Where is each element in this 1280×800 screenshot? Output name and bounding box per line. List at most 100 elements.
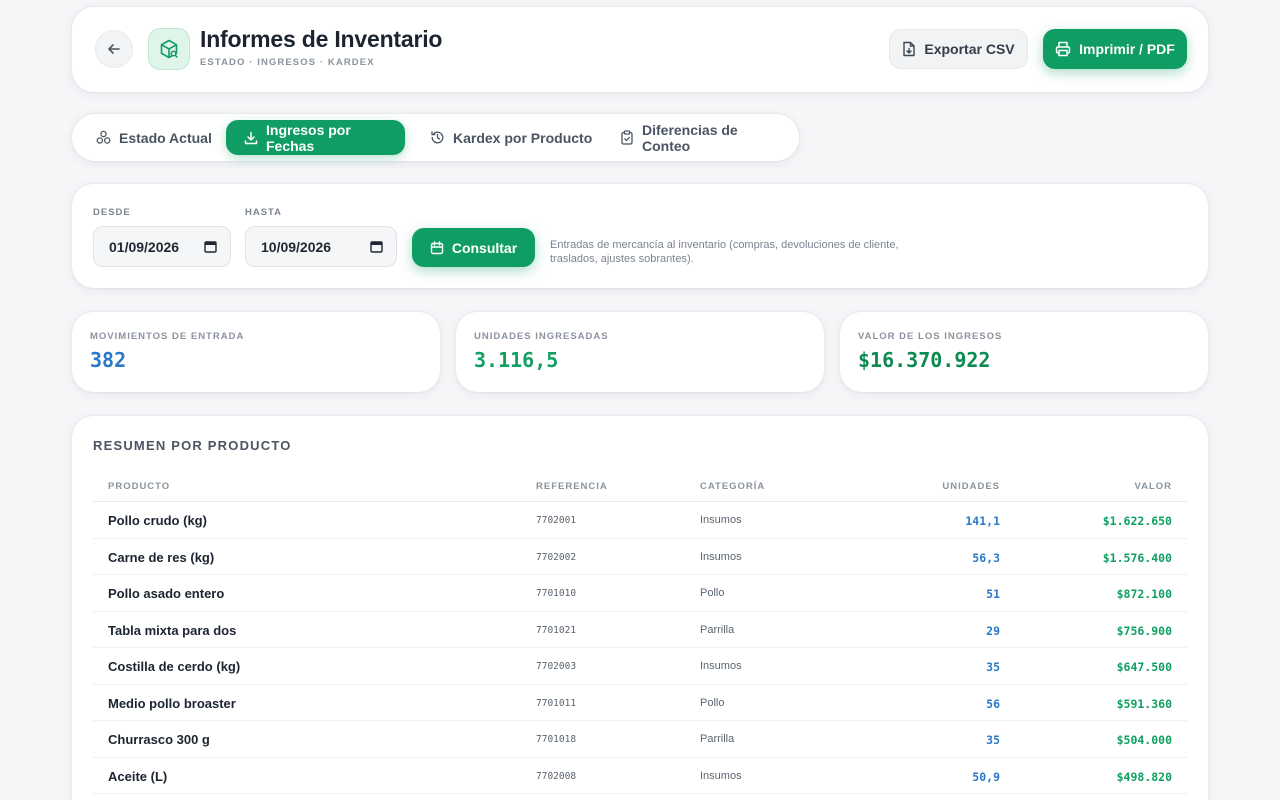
export-csv-button[interactable]: Exportar CSV	[889, 29, 1028, 69]
product-name: Medio pollo broaster	[108, 695, 236, 711]
consultar-label: Consultar	[451, 239, 518, 256]
kpi-card-unidades: UNIDADES INGRESADAS 3.116,5	[456, 312, 824, 392]
product-value: $504.000	[1116, 733, 1172, 747]
table-row[interactable]: Costilla de cerdo (kg) 7702003 Insumos 35 $6…	[93, 648, 1187, 685]
kpi-card-valor: VALOR DE LOS INGRESOS $16.370.922	[840, 312, 1208, 392]
boxes-icon	[96, 130, 111, 145]
print-pdf-button[interactable]: Imprimir / PDF	[1043, 29, 1187, 69]
product-name: Pollo asado entero	[108, 586, 225, 601]
product-value: $1.576.400	[1102, 550, 1172, 565]
to-label: HASTA	[245, 207, 283, 218]
history-icon	[430, 130, 445, 145]
product-category: Insumos	[700, 514, 742, 526]
kpi-label: VALOR DE LOS INGRESOS	[858, 331, 1003, 342]
section-title: RESUMEN POR PRODUCTO	[93, 438, 292, 453]
product-reference: 7701010	[536, 588, 577, 599]
product-units: 29	[986, 623, 1000, 638]
calendar-icon[interactable]	[204, 240, 217, 253]
product-value: $872.100	[1116, 587, 1172, 601]
app-logo	[148, 28, 190, 70]
product-name: Churrasco 300 g	[108, 732, 210, 747]
table-row[interactable]: Aceite (L) 7702008 Insumos 50,9 $498.820	[93, 758, 1187, 794]
product-category: Parrilla	[700, 733, 735, 745]
to-date-value: 10/09/2026	[261, 238, 332, 255]
table-row[interactable]: Carne de res (kg) 7702002 Insumos 56,3 $1.57…	[93, 539, 1187, 575]
column-header-referencia[interactable]: REFERENCIA	[536, 481, 608, 492]
product-category: Insumos	[700, 550, 742, 563]
column-header-producto[interactable]: PRODUCTO	[108, 481, 170, 492]
table-header: PRODUCTO REFERENCIA CATEGORÍA UNIDADES V…	[93, 474, 1187, 502]
product-category: Insumos	[700, 660, 742, 672]
product-units: 35	[986, 733, 1000, 747]
tab-kardex-por-producto[interactable]: Kardex por Producto	[412, 120, 610, 155]
from-label: DESDE	[93, 207, 131, 218]
from-date-value: 01/09/2026	[109, 238, 180, 255]
product-value: $1.622.650	[1102, 514, 1172, 528]
kpi-value: 3.116,5	[474, 348, 559, 372]
tab-diferencias-de-conteo[interactable]: Diferencias de Conteo	[602, 120, 799, 155]
product-reference: 7702008	[536, 770, 577, 782]
column-header-unidades[interactable]: UNIDADES	[942, 481, 1000, 492]
kpi-card-movimientos: MOVIMIENTOS DE ENTRADA 382	[72, 312, 440, 392]
product-name: Costilla de cerdo (kg)	[108, 659, 241, 674]
product-name: Aceite (L)	[108, 768, 168, 784]
calendar-icon[interactable]	[370, 240, 383, 253]
product-units: 56	[986, 696, 1000, 711]
kpi-value: 382	[90, 348, 127, 372]
table-row[interactable]: Pollo crudo (kg) 7702001 Insumos 141,1 $1.62…	[93, 502, 1187, 539]
table-row[interactable]: Pollo asado entero 7701010 Pollo 51 $872.100	[93, 575, 1187, 612]
product-summary-card: RESUMEN POR PRODUCTO PRODUCTO REFERENCIA…	[72, 416, 1208, 800]
header-bar: Informes de Inventario ESTADO · INGRESOS…	[72, 7, 1208, 92]
product-value: $591.360	[1116, 696, 1172, 711]
tab-label: Kardex por Producto	[453, 129, 593, 146]
product-category: Insumos	[700, 769, 742, 782]
column-header-valor[interactable]: VALOR	[1134, 481, 1172, 492]
consultar-button[interactable]: Consultar	[412, 228, 535, 267]
date-filter-panel: DESDE 01/09/2026 HASTA 10/09/2026 Consul…	[72, 184, 1208, 288]
calendar-icon	[430, 240, 444, 255]
to-date-input[interactable]: 10/09/2026	[245, 226, 397, 267]
product-reference: 7702001	[536, 515, 577, 526]
table-row[interactable]: Churrasco 300 g 7701018 Parrilla 35 $504.000	[93, 721, 1187, 758]
table-row[interactable]: Medio pollo broaster 7701011 Pollo 56 $591.3…	[93, 685, 1187, 721]
kpi-label: MOVIMIENTOS DE ENTRADA	[90, 331, 245, 342]
kpi-label: UNIDADES INGRESADAS	[474, 331, 609, 342]
tab-ingresos-por-fechas[interactable]: Ingresos por Fechas	[226, 120, 405, 155]
product-units: 141,1	[965, 514, 1000, 528]
product-name: Carne de res (kg)	[108, 549, 215, 565]
kpi-value: $16.370.922	[858, 348, 991, 372]
tab-estado-actual[interactable]: Estado Actual	[78, 120, 230, 155]
table-row[interactable]: Tabla mixta para dos 7701021 Parrilla 29 $75…	[93, 612, 1187, 648]
page-title: Informes de Inventario	[200, 26, 443, 52]
product-reference: 7702003	[536, 661, 577, 672]
download-icon	[244, 131, 258, 145]
printer-icon	[1055, 41, 1071, 57]
product-value: $756.900	[1116, 623, 1172, 638]
page-subtitle: ESTADO · INGRESOS · KARDEX	[200, 57, 375, 68]
product-name: Pollo crudo (kg)	[108, 513, 207, 528]
file-download-icon	[902, 41, 916, 57]
package-search-icon	[158, 38, 180, 60]
report-tabs: Estado Actual Ingresos por Fechas Kardex…	[72, 114, 799, 161]
from-date-input[interactable]: 01/09/2026	[93, 226, 231, 267]
product-reference: 7701011	[536, 697, 577, 709]
product-category: Pollo	[700, 696, 725, 709]
product-value: $498.820	[1116, 769, 1172, 784]
clipboard-icon	[620, 130, 634, 145]
product-category: Parrilla	[700, 623, 735, 636]
tab-label: Ingresos por Fechas	[266, 121, 351, 154]
product-name: Tabla mixta para dos	[108, 622, 237, 638]
product-units: 51	[986, 587, 1000, 601]
filter-description: Entradas de mercancía al inventario (com…	[550, 239, 899, 265]
product-value: $647.500	[1116, 660, 1172, 674]
product-reference: 7701018	[536, 734, 577, 745]
back-button[interactable]	[95, 30, 133, 68]
product-units: 56,3	[972, 550, 1000, 565]
product-category: Pollo	[700, 587, 725, 599]
tab-label: Estado Actual	[119, 129, 212, 146]
product-units: 50,9	[972, 769, 1000, 784]
product-reference: 7701021	[536, 624, 577, 636]
tab-label: Diferencias de Conteo	[642, 121, 738, 154]
product-reference: 7702002	[536, 551, 577, 563]
column-header-categoria[interactable]: CATEGORÍA	[700, 481, 765, 492]
